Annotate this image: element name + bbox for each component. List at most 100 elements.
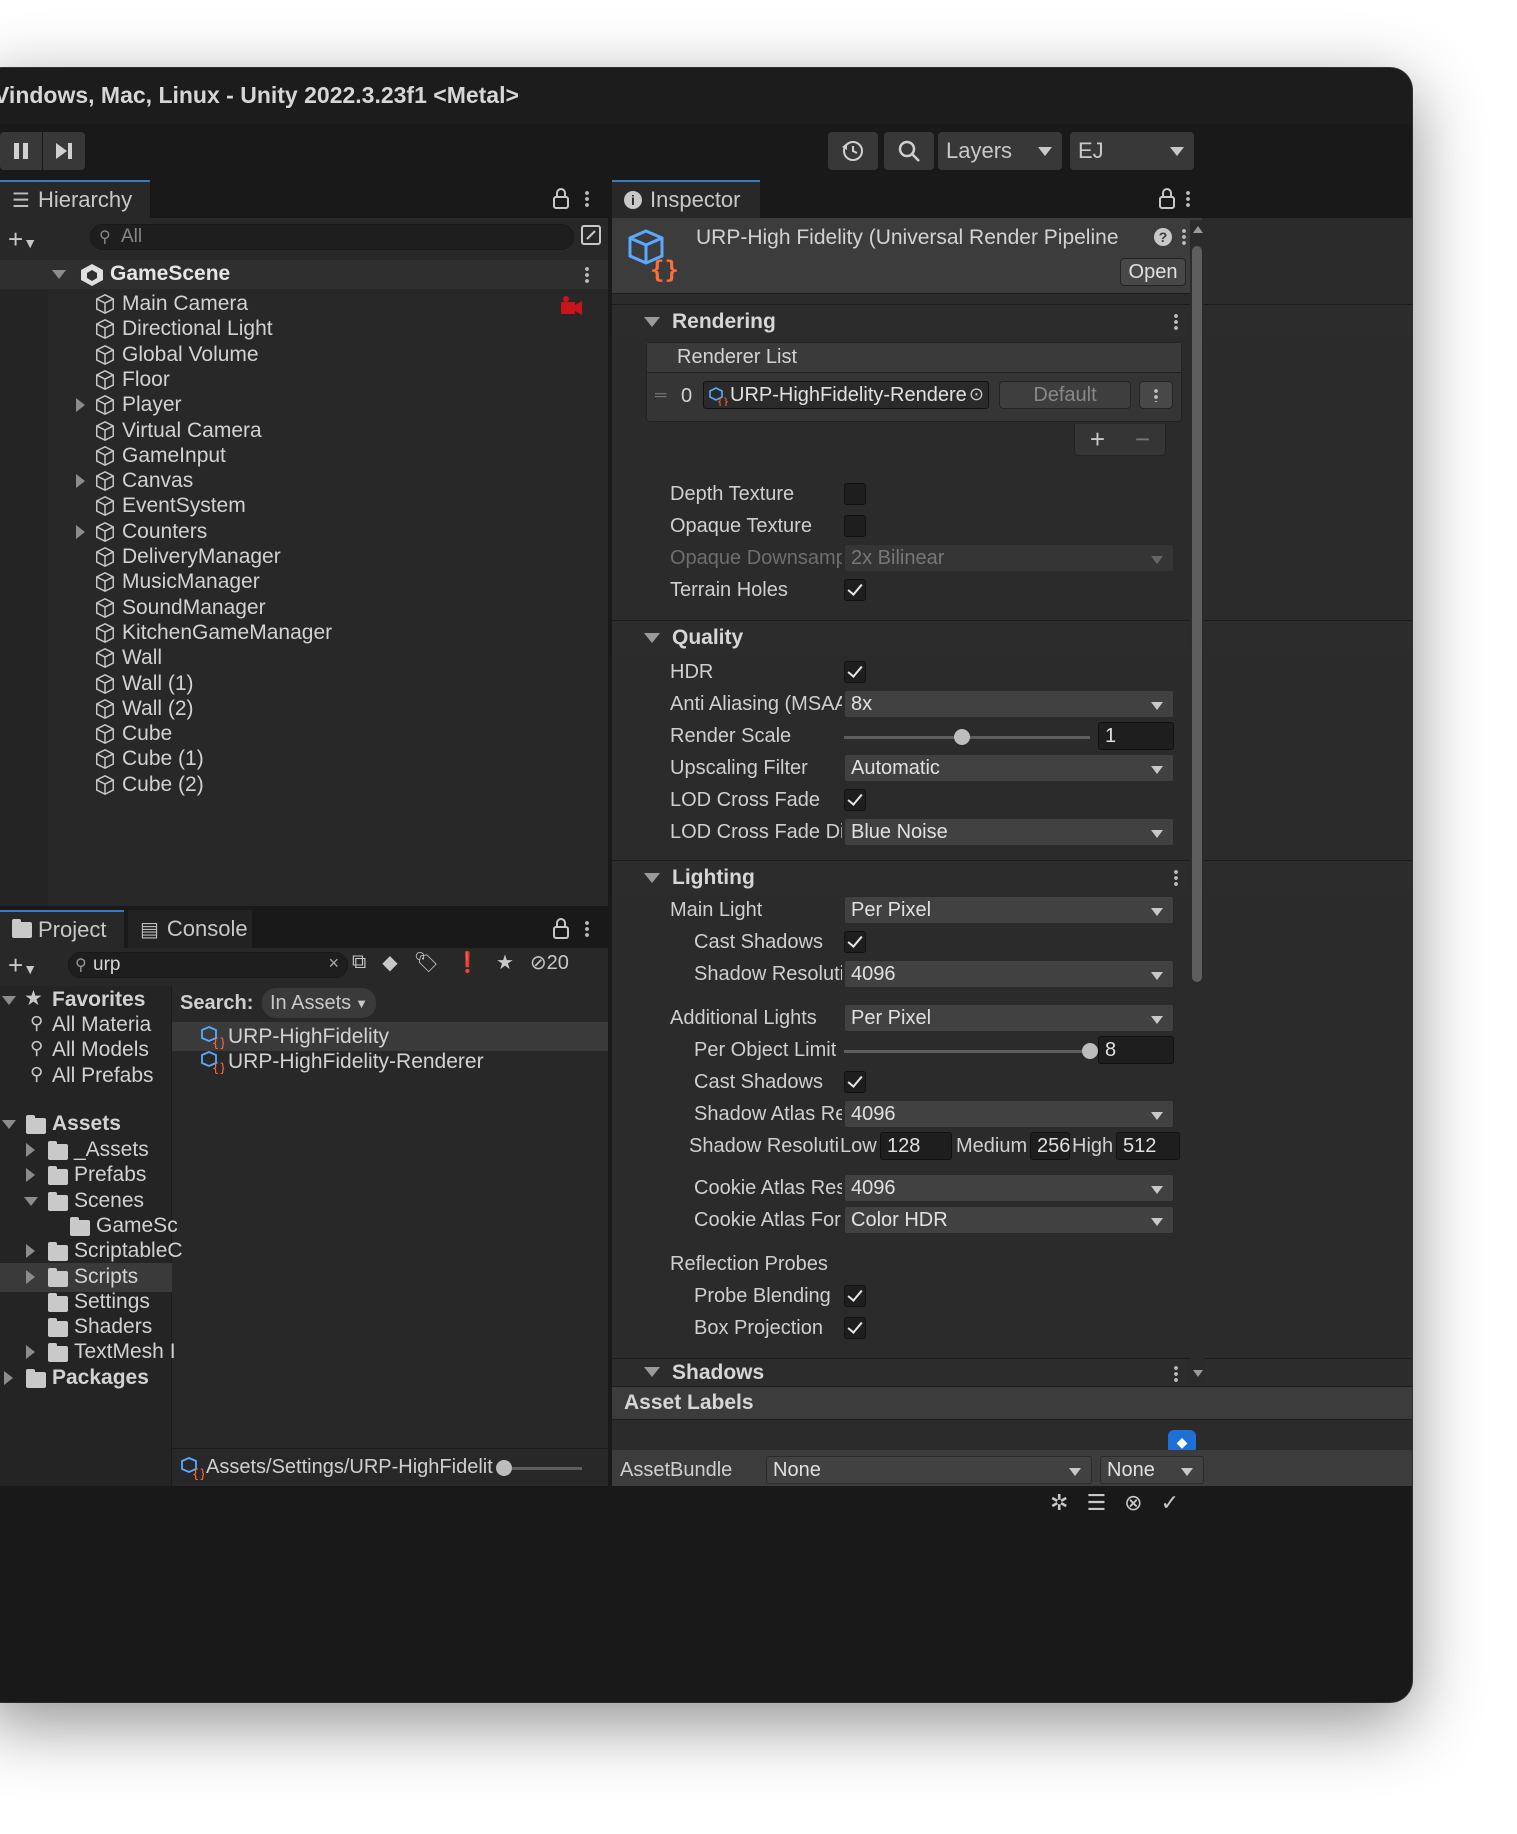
search-result-item[interactable]: {} URP-HighFidelity-Renderer [200, 1047, 484, 1076]
tier-high-input[interactable]: 512 [1116, 1132, 1180, 1160]
pause-button[interactable] [0, 132, 42, 170]
layers-dropdown[interactable]: Layers [938, 132, 1062, 170]
expand-arrow-icon[interactable] [76, 474, 85, 489]
section-menu-icon[interactable] [1174, 313, 1178, 331]
shadows-section-header[interactable]: Shadows [612, 1358, 1412, 1386]
expand-arrow-icon[interactable] [76, 524, 85, 539]
render-scale-slider-knob[interactable] [954, 729, 971, 745]
tab-hierarchy[interactable]: ☰ Hierarchy [0, 180, 150, 218]
object-picker-icon[interactable]: ⊙ [966, 384, 984, 405]
search-scope-dropdown[interactable]: In Assets ▼ [262, 988, 377, 1018]
opaque-texture-checkbox[interactable] [844, 515, 866, 537]
step-button[interactable] [43, 132, 85, 170]
layout-dropdown[interactable]: EJ [1070, 132, 1194, 170]
quality-section-header[interactable]: Quality [612, 620, 1412, 654]
renderer-object-field[interactable]: {} URP-HighFidelity-Renderer ⊙ [703, 381, 989, 409]
per-object-limit-slider-knob[interactable] [1082, 1043, 1098, 1059]
lock-icon[interactable] [552, 918, 570, 940]
drag-handle-icon[interactable]: ═ [655, 387, 666, 405]
icon-size-slider-knob[interactable] [496, 1460, 512, 1476]
project-search-input[interactable]: ⚲ urp × [68, 952, 348, 978]
filter-by-label-icon[interactable]: 🏷 [414, 950, 439, 975]
tab-console[interactable]: ▤ Console [128, 910, 252, 948]
section-menu-icon[interactable] [1174, 869, 1178, 887]
search-button[interactable] [884, 132, 934, 170]
per-object-limit-input[interactable]: 8 [1098, 1036, 1174, 1064]
expand-arrow-icon[interactable] [4, 1371, 13, 1385]
expand-arrow-icon[interactable] [2, 996, 16, 1005]
main-light-dropdown[interactable]: Per Pixel [844, 896, 1174, 924]
depth-texture-checkbox[interactable] [844, 483, 866, 505]
tab-inspector[interactable]: i Inspector [612, 180, 760, 218]
undo-history-button[interactable] [828, 132, 878, 170]
asset-menu-icon[interactable] [1182, 228, 1186, 246]
terrain-holes-checkbox[interactable] [844, 579, 866, 601]
cookie-atlas-res-dropdown[interactable]: 4096 [844, 1174, 1174, 1202]
expand-arrow-icon[interactable] [26, 1345, 35, 1360]
collapse-arrow-icon[interactable] [644, 873, 660, 883]
expand-arrow-icon[interactable] [26, 1168, 35, 1183]
additional-lights-dropdown[interactable]: Per Pixel [844, 1004, 1174, 1032]
scene-visibility-icon[interactable] [580, 224, 602, 246]
auto-generate-lighting-icon[interactable]: ⊗ [1124, 1490, 1142, 1516]
assetbundle-dropdown[interactable]: None [766, 1456, 1092, 1484]
check-circle-icon[interactable]: ✓ [1161, 1490, 1179, 1516]
anti-aliasing-dropdown[interactable]: 8x [844, 690, 1174, 718]
renderer-menu-button[interactable] [1139, 381, 1173, 409]
collapse-arrow-icon[interactable] [644, 1367, 660, 1377]
clear-search-icon[interactable]: × [328, 953, 339, 974]
asset-folder-item[interactable]: TextMesh I [0, 1338, 176, 1367]
collapse-arrow-icon[interactable] [644, 633, 660, 643]
inspector-scrollbar[interactable] [1190, 220, 1204, 1384]
panel-menu-icon[interactable] [1186, 190, 1190, 208]
main-cast-shadows-checkbox[interactable] [844, 931, 866, 953]
additional-cast-shadows-checkbox[interactable] [844, 1071, 866, 1093]
hierarchy-item[interactable]: Cube (2) [0, 771, 540, 800]
expand-arrow-icon[interactable] [26, 1244, 35, 1259]
hierarchy-search-input[interactable]: ⚲ All [90, 224, 574, 250]
icon-size-slider-track[interactable] [502, 1467, 582, 1470]
expand-arrow-icon[interactable] [24, 1196, 38, 1206]
panel-menu-icon[interactable] [585, 190, 589, 208]
expand-arrow-icon[interactable] [26, 1143, 35, 1157]
render-scale-input[interactable]: 1 [1098, 722, 1174, 750]
section-menu-icon[interactable] [1174, 1365, 1178, 1383]
scene-row[interactable]: GameScene [0, 260, 608, 289]
lock-icon[interactable] [1158, 188, 1176, 210]
open-button[interactable]: Open [1120, 258, 1186, 286]
lod-cross-fade-dither-dropdown[interactable]: Blue Noise [844, 818, 1174, 846]
expand-arrow-icon[interactable] [76, 398, 85, 413]
panel-menu-icon[interactable] [585, 920, 589, 938]
hidden-packages-toggle[interactable]: ⊘20 [530, 950, 569, 975]
shadow-atlas-dropdown[interactable]: 4096 [844, 1100, 1174, 1128]
debug-bug-icon[interactable]: ✲ [1050, 1490, 1068, 1516]
expand-arrow-icon[interactable] [52, 270, 66, 279]
expand-arrow-icon[interactable] [2, 1120, 16, 1129]
main-shadow-resolution-dropdown[interactable]: 4096 [844, 960, 1174, 988]
help-icon[interactable]: ? [1154, 228, 1172, 246]
scrollbar-thumb[interactable] [1192, 246, 1202, 982]
scroll-up-icon[interactable] [1193, 226, 1203, 233]
cookie-atlas-format-dropdown[interactable]: Color HDR [844, 1206, 1174, 1234]
lock-icon[interactable] [552, 188, 570, 210]
probe-blending-checkbox[interactable] [844, 1285, 866, 1307]
open-search-window-icon[interactable]: ⧉ [352, 951, 366, 974]
tier-low-input[interactable]: 128 [880, 1132, 952, 1160]
upscaling-filter-dropdown[interactable]: Automatic [844, 754, 1174, 782]
rendering-section-header[interactable]: Rendering [612, 304, 1412, 338]
hdr-checkbox[interactable] [844, 661, 866, 683]
create-button[interactable]: +▼ [8, 224, 37, 255]
scroll-down-icon[interactable] [1193, 1370, 1203, 1377]
scene-menu-icon[interactable] [585, 266, 589, 284]
favorite-star-icon[interactable]: ★ [496, 950, 514, 975]
assetbundle-variant-dropdown[interactable]: None [1100, 1456, 1204, 1484]
tab-project[interactable]: Project [0, 910, 124, 948]
filter-by-log-icon[interactable]: ❗ [455, 950, 480, 975]
lod-cross-fade-checkbox[interactable] [844, 789, 866, 811]
cache-server-icon[interactable]: ☰ [1086, 1490, 1106, 1516]
expand-arrow-icon[interactable] [26, 1269, 35, 1284]
lighting-section-header[interactable]: Lighting [612, 860, 1412, 894]
remove-renderer-button[interactable]: − [1135, 424, 1150, 455]
collapse-arrow-icon[interactable] [644, 317, 660, 327]
filter-by-type-icon[interactable]: ◆ [382, 950, 397, 975]
